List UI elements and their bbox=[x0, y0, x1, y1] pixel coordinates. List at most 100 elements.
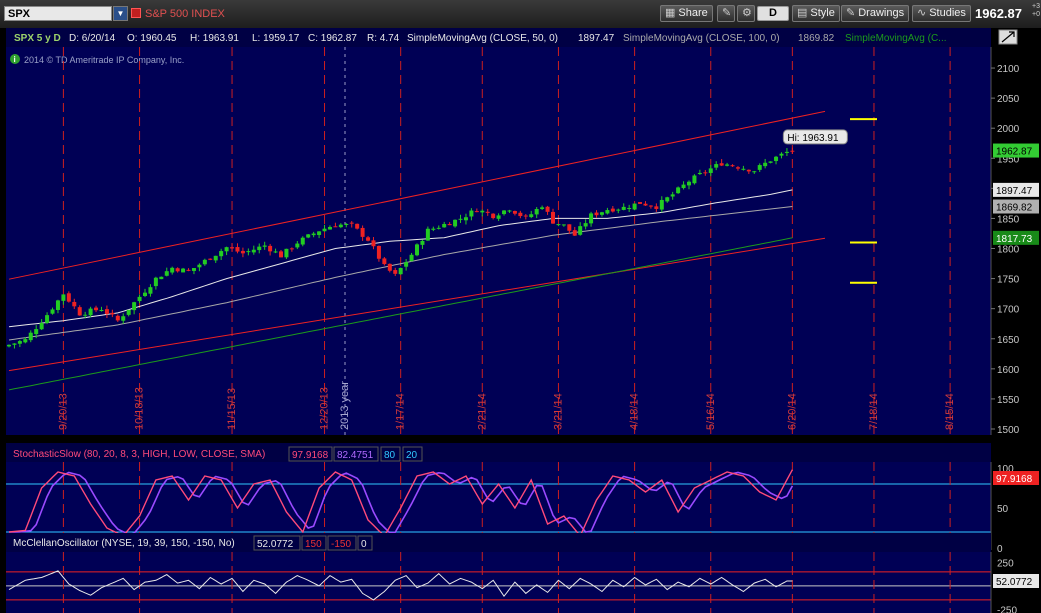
price-plot-area[interactable] bbox=[6, 47, 991, 435]
header-close: C: 1962.87 bbox=[308, 33, 357, 44]
share-label: Share bbox=[678, 7, 708, 19]
date-marker-label: 3/21/14 bbox=[552, 393, 564, 430]
share-button[interactable]: ▦ Share bbox=[660, 5, 713, 22]
mcclellan-tick-label: 250 bbox=[997, 558, 1014, 569]
price-badge-text: 1962.87 bbox=[996, 147, 1033, 158]
header-sma50-value: 1897.47 bbox=[578, 33, 615, 44]
candle-body bbox=[115, 315, 120, 321]
expand-icon[interactable] bbox=[998, 29, 1018, 45]
stochastic-tick-label: 0 bbox=[997, 544, 1003, 555]
candle-body bbox=[496, 215, 501, 219]
candle-body bbox=[567, 224, 572, 231]
chart-area: SPX 5 y D D: 6/20/14 O: 1960.45 H: 1963.… bbox=[0, 28, 1041, 613]
stochastic-header: StochasticSlow (80, 20, 8, 3, HIGH, LOW,… bbox=[13, 446, 423, 462]
drawings-label: Drawings bbox=[858, 7, 905, 19]
candle-body bbox=[224, 247, 229, 252]
candle-body bbox=[376, 245, 381, 259]
candle-body bbox=[393, 270, 398, 274]
candle-body bbox=[594, 212, 599, 216]
candle-body bbox=[284, 248, 289, 258]
price-tick-label: 1750 bbox=[997, 275, 1020, 286]
candle-body bbox=[208, 258, 213, 260]
candle-body bbox=[104, 309, 109, 314]
candle-body bbox=[442, 223, 447, 228]
style-label: Style bbox=[810, 7, 835, 19]
style-icon: ▤ bbox=[797, 7, 808, 19]
price-tick-label: 1550 bbox=[997, 395, 1020, 406]
wrench-icon: ✎ bbox=[722, 7, 732, 19]
symbol-link-icon[interactable] bbox=[131, 8, 141, 18]
candle-body bbox=[627, 207, 632, 209]
candle-body bbox=[431, 228, 436, 230]
drawings-button[interactable]: ✎ Drawings bbox=[841, 5, 910, 22]
candle-body bbox=[338, 224, 343, 228]
tools-button[interactable]: ✎ bbox=[717, 5, 735, 22]
candle-body bbox=[480, 210, 485, 213]
price-badge-text: 1897.47 bbox=[996, 186, 1033, 197]
copyright-row: i 2014 © TD Ameritrade IP Company, Inc. bbox=[10, 54, 184, 65]
candle-body bbox=[404, 262, 409, 267]
candle-body bbox=[7, 344, 11, 347]
candle-body bbox=[529, 214, 534, 218]
candle-body bbox=[12, 343, 17, 345]
candle-body bbox=[61, 294, 66, 301]
candle-body bbox=[23, 339, 28, 343]
date-marker-label: 11/15/13 bbox=[226, 388, 238, 430]
candle-body bbox=[327, 226, 332, 230]
candle-body bbox=[322, 228, 327, 232]
candle-body bbox=[676, 187, 681, 194]
stochastic-d-value: 82.4751 bbox=[337, 450, 374, 461]
candle-body bbox=[83, 314, 88, 316]
stochastic-value-badge-text: 97.9168 bbox=[996, 474, 1033, 485]
candle-body bbox=[257, 246, 262, 251]
mcclellan-title: McClellanOscillator (NYSE, 19, 39, 150, … bbox=[13, 538, 235, 549]
stochastic-overbought: 80 bbox=[384, 450, 396, 461]
candle-body bbox=[485, 211, 490, 213]
candle-body bbox=[605, 210, 610, 214]
candle-body bbox=[273, 251, 278, 253]
candle-body bbox=[153, 277, 158, 287]
price-tick-label: 1600 bbox=[997, 365, 1020, 376]
candle-body bbox=[534, 208, 539, 215]
candle-body bbox=[55, 300, 60, 310]
symbol-dropdown-icon[interactable]: ▼ bbox=[113, 6, 128, 21]
mcclellan-tick-label: -250 bbox=[997, 605, 1017, 613]
date-marker-label: 12/20/13 bbox=[319, 387, 331, 430]
settings-button[interactable]: ⚙ bbox=[737, 5, 755, 22]
candle-body bbox=[191, 268, 196, 271]
candle-body bbox=[692, 175, 697, 184]
price-badge-text: 1817.73 bbox=[996, 234, 1033, 245]
studies-button[interactable]: ∿ Studies bbox=[912, 5, 971, 22]
candle-body bbox=[665, 197, 670, 202]
year-marker-label: 2013 year bbox=[339, 381, 351, 430]
style-button[interactable]: ▤ Style bbox=[792, 5, 840, 22]
candle-body bbox=[360, 227, 365, 237]
candle-body bbox=[371, 240, 376, 247]
mcclellan-value: 52.0772 bbox=[257, 539, 294, 550]
candle-body bbox=[143, 292, 147, 296]
symbol-input[interactable]: SPX bbox=[4, 6, 112, 21]
candle-body bbox=[186, 269, 191, 271]
price-tick-label: 1800 bbox=[997, 245, 1020, 256]
candle-body bbox=[474, 211, 479, 213]
candle-body bbox=[507, 210, 512, 212]
candle-body bbox=[681, 184, 686, 189]
candle-body bbox=[99, 309, 104, 311]
candle-body bbox=[148, 287, 153, 294]
candle-body bbox=[784, 151, 789, 153]
candle-body bbox=[774, 156, 779, 161]
candle-body bbox=[491, 213, 496, 219]
candle-body bbox=[110, 312, 115, 315]
header-high: H: 1963.91 bbox=[190, 33, 239, 44]
candle-body bbox=[240, 250, 245, 254]
price-badge-text: 1869.82 bbox=[996, 203, 1033, 214]
candle-body bbox=[366, 237, 371, 241]
candle-body bbox=[621, 206, 626, 210]
header-sma100-label: SimpleMovingAvg (CLOSE, 100, 0) bbox=[623, 33, 780, 44]
candle-body bbox=[572, 230, 577, 236]
date-marker-label: 7/18/14 bbox=[868, 393, 880, 430]
candle-body bbox=[583, 223, 588, 227]
candle-body bbox=[251, 249, 256, 253]
candle-body bbox=[425, 228, 430, 241]
timeframe-button[interactable]: D bbox=[757, 6, 789, 21]
